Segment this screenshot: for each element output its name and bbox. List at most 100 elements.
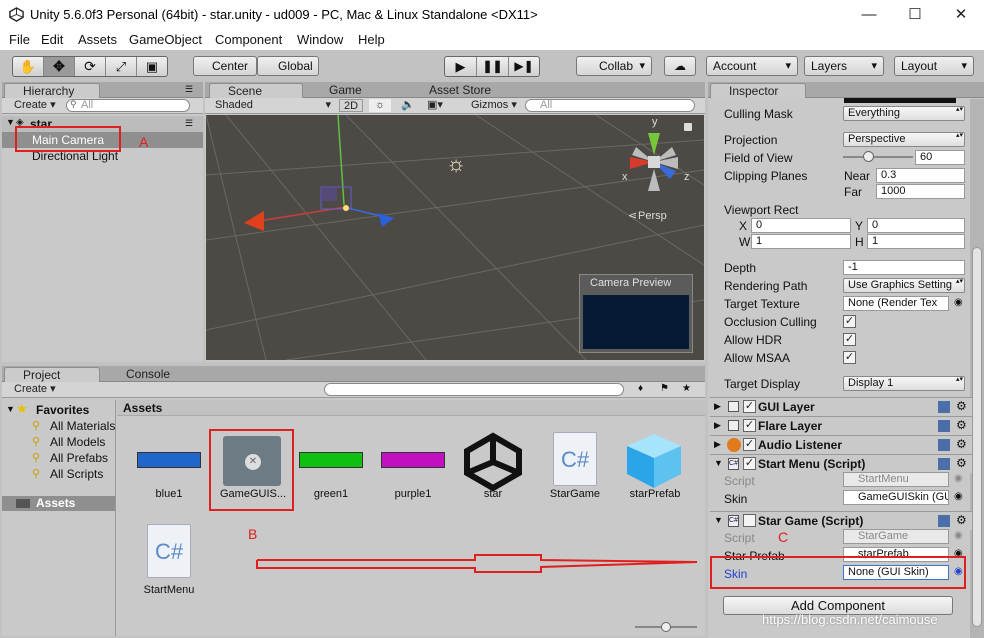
pivot-center-button[interactable]: Center: [193, 56, 257, 76]
gear-icon[interactable]: ⚙: [956, 513, 967, 527]
viewport-y-input[interactable]: 0: [867, 218, 965, 233]
allow-msaa-checkbox[interactable]: ✓: [843, 351, 856, 364]
slider-thumb[interactable]: [661, 622, 671, 632]
scene-search-input[interactable]: All: [525, 99, 695, 112]
target-display-dropdown[interactable]: Display 1: [843, 376, 965, 391]
component-start-menu[interactable]: ▼ C# ✓ Start Menu (Script) ⚙: [710, 454, 972, 473]
depth-input[interactable]: -1: [843, 260, 965, 275]
scene-menu-icon[interactable]: ☰: [185, 118, 193, 129]
far-input[interactable]: 1000: [876, 184, 965, 199]
project-create-button[interactable]: Create ▾: [10, 383, 56, 396]
occlusion-culling-checkbox[interactable]: ✓: [843, 315, 856, 328]
help-book-icon[interactable]: [938, 458, 950, 470]
help-book-icon[interactable]: [938, 515, 950, 527]
enable-checkbox[interactable]: [743, 514, 756, 527]
orientation-gizmo[interactable]: [618, 117, 690, 197]
asset-stargame[interactable]: C# StarGame: [533, 430, 617, 536]
lock-icon[interactable]: [684, 123, 692, 131]
menu-window[interactable]: Window: [297, 32, 343, 47]
tab-asset-store[interactable]: Asset Store: [411, 83, 531, 98]
target-texture-field[interactable]: None (Render Tex: [843, 296, 949, 311]
component-audio-listener[interactable]: ▶ ✓ Audio Listener ⚙: [710, 435, 972, 454]
enable-checkbox[interactable]: ✓: [743, 438, 756, 451]
component-star-game[interactable]: ▼ C# Star Game (Script) ⚙: [710, 511, 972, 530]
favorite-item[interactable]: ⚲ All Scripts: [32, 467, 116, 482]
pivot-global-button[interactable]: Global: [257, 56, 319, 76]
rect-tool-icon[interactable]: ▣: [137, 57, 167, 76]
shading-mode-dropdown[interactable]: Shaded ▾: [211, 99, 333, 112]
hierarchy-create-button[interactable]: Create ▾: [10, 99, 56, 112]
favorite-item[interactable]: ⚲ All Models: [32, 435, 116, 450]
tab-scene[interactable]: Scene: [209, 83, 303, 98]
scrollbar-thumb[interactable]: [972, 247, 982, 627]
object-picker-icon[interactable]: ◉: [954, 297, 963, 308]
fov-slider[interactable]: [843, 150, 913, 164]
component-gui-layer[interactable]: ▶ ✓ GUI Layer ⚙: [710, 397, 972, 416]
allow-hdr-checkbox[interactable]: ✓: [843, 333, 856, 346]
filter-type-icon[interactable]: ♦: [638, 383, 643, 394]
minimize-button[interactable]: —: [846, 0, 892, 30]
culling-mask-dropdown[interactable]: Everything: [843, 106, 965, 121]
project-search-input[interactable]: [324, 383, 624, 396]
rotate-tool-icon[interactable]: ⟳: [75, 57, 106, 76]
tab-game[interactable]: Game: [311, 83, 401, 98]
component-flare-layer[interactable]: ▶ ✓ Flare Layer ⚙: [710, 416, 972, 435]
account-dropdown[interactable]: Account: [706, 56, 798, 76]
rendering-path-dropdown[interactable]: Use Graphics Setting: [843, 278, 965, 293]
menu-assets[interactable]: Assets: [78, 32, 117, 47]
gear-icon[interactable]: ⚙: [956, 418, 967, 432]
asset-star[interactable]: star: [451, 430, 535, 536]
scene-viewport[interactable]: ☼ y x z ⋖ Persp Camera Preview: [206, 115, 704, 360]
layers-dropdown[interactable]: Layers: [804, 56, 884, 76]
cloud-button[interactable]: ☁: [664, 56, 696, 76]
menu-edit[interactable]: Edit: [41, 32, 63, 47]
viewport-h-input[interactable]: 1: [867, 234, 965, 249]
hierarchy-search-input[interactable]: All: [66, 99, 190, 112]
close-button[interactable]: ✕: [938, 0, 984, 30]
panel-menu-icon[interactable]: ☰: [185, 84, 193, 95]
menu-component[interactable]: Component: [215, 32, 282, 47]
favorite-item[interactable]: ⚲ All Prefabs: [32, 451, 116, 466]
tab-hierarchy[interactable]: Hierarchy: [4, 83, 100, 98]
gear-icon[interactable]: ⚙: [956, 456, 967, 470]
pause-icon[interactable]: ❚❚: [477, 57, 509, 76]
menu-help[interactable]: Help: [358, 32, 385, 47]
menu-gameobject[interactable]: GameObject: [129, 32, 202, 47]
help-book-icon[interactable]: [938, 401, 950, 413]
viewport-x-input[interactable]: 0: [751, 218, 851, 233]
play-icon[interactable]: ▶: [445, 57, 477, 76]
maximize-button[interactable]: ☐: [892, 0, 938, 30]
icon-size-slider[interactable]: [635, 622, 697, 632]
move-tool-icon[interactable]: ✥: [44, 57, 75, 76]
collab-dropdown[interactable]: Collab: [576, 56, 652, 76]
assets-folder-row[interactable]: Assets: [2, 496, 115, 511]
viewport-w-input[interactable]: 1: [751, 234, 851, 249]
lighting-toggle-icon[interactable]: ☼: [369, 99, 391, 112]
help-book-icon[interactable]: [938, 420, 950, 432]
enable-checkbox[interactable]: ✓: [743, 419, 756, 432]
gizmos-dropdown[interactable]: Gizmos ▾: [467, 99, 519, 112]
step-icon[interactable]: ▶❚: [509, 57, 539, 76]
tab-console[interactable]: Console: [108, 367, 198, 382]
background-color-swatch[interactable]: [844, 98, 956, 103]
audio-toggle-icon[interactable]: 🔈: [397, 99, 417, 112]
layout-dropdown[interactable]: Layout: [894, 56, 974, 76]
projection-dropdown[interactable]: Perspective: [843, 132, 965, 147]
inspector-scrollbar[interactable]: [970, 99, 984, 638]
gear-icon[interactable]: ⚙: [956, 437, 967, 451]
object-picker-icon[interactable]: ◉: [954, 491, 963, 502]
near-input[interactable]: 0.3: [876, 168, 965, 183]
2d-toggle[interactable]: 2D: [339, 99, 363, 112]
scale-tool-icon[interactable]: ⤢: [106, 57, 137, 76]
expand-arrow-icon[interactable]: ▼: [6, 404, 15, 414]
asset-startmenu[interactable]: C# StartMenu: [127, 522, 211, 606]
favorite-star-icon[interactable]: ★: [682, 383, 691, 394]
start-menu-skin-field[interactable]: GameGUISkin (GUI: [843, 490, 949, 505]
tab-project[interactable]: Project: [4, 367, 100, 382]
menu-file[interactable]: File: [9, 32, 30, 47]
fov-input[interactable]: 60: [915, 150, 965, 165]
asset-purple1[interactable]: purple1: [371, 446, 455, 536]
asset-starprefab[interactable]: starPrefab: [613, 430, 697, 536]
tab-inspector[interactable]: Inspector: [710, 83, 806, 98]
expand-arrow-icon[interactable]: ▼: [6, 117, 15, 127]
